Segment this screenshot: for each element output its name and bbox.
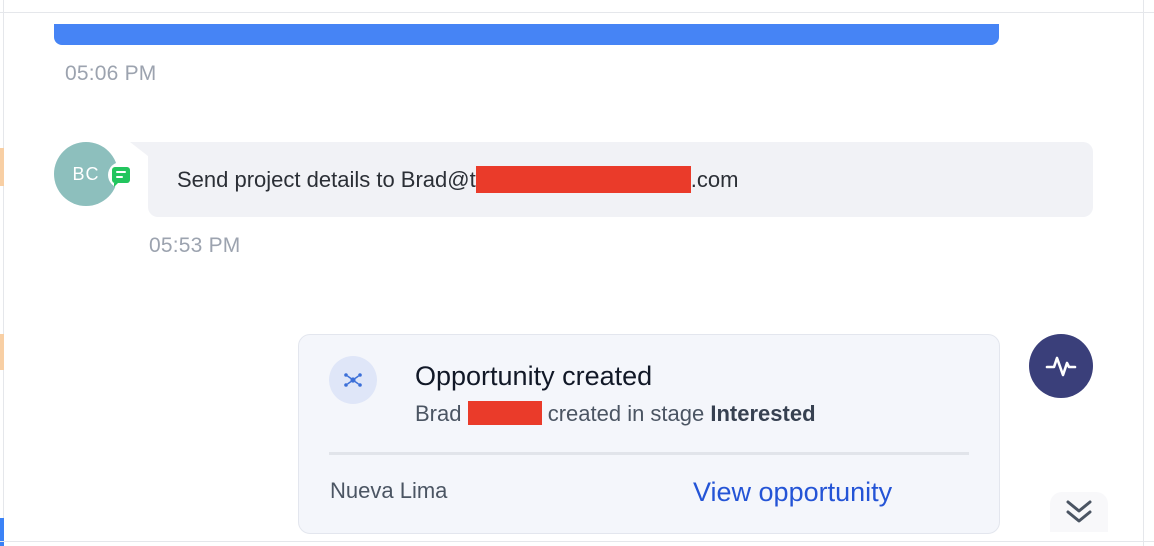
message-bubble-tail <box>130 142 148 156</box>
double-chevron-down-icon <box>1066 500 1092 523</box>
message-text-end: .com <box>690 167 739 192</box>
bottom-divider <box>0 541 1154 542</box>
scroll-to-bottom-button[interactable] <box>1050 492 1108 532</box>
top-divider <box>0 12 1154 13</box>
view-opportunity-link[interactable]: View opportunity <box>693 477 892 508</box>
rail-marker <box>0 334 4 370</box>
left-rail <box>0 0 4 546</box>
message-timestamp: 05:53 PM <box>149 234 241 257</box>
opportunity-contact-name: Brad <box>415 401 468 426</box>
opportunity-icon <box>329 356 377 404</box>
avatar-initials: BC <box>72 163 100 184</box>
previous-message-bubble <box>54 24 999 45</box>
redaction-block <box>475 165 691 193</box>
activity-pulse-icon <box>1045 356 1077 377</box>
opportunity-stage: Interested <box>710 401 816 426</box>
opportunity-subtitle-middle: created in stage <box>541 401 711 426</box>
message-text: Send project details to Brad@t .com <box>177 165 739 193</box>
opportunity-subtitle: Brad created in stage Interested <box>415 401 816 427</box>
message-text-start: Send project details to Brad@t <box>177 167 476 192</box>
message-timestamp: 05:06 PM <box>65 62 157 85</box>
card-divider <box>329 452 969 455</box>
chat-icon <box>108 162 134 188</box>
right-divider <box>1143 0 1144 546</box>
activity-button[interactable] <box>1029 334 1093 398</box>
redaction-block <box>467 401 542 426</box>
opportunity-title: Opportunity created <box>415 361 653 391</box>
conversation-pane: 05:06 PM BC Send project details to Brad… <box>0 0 1154 546</box>
opportunity-location: Nueva Lima <box>330 478 448 503</box>
rail-marker <box>0 148 4 186</box>
